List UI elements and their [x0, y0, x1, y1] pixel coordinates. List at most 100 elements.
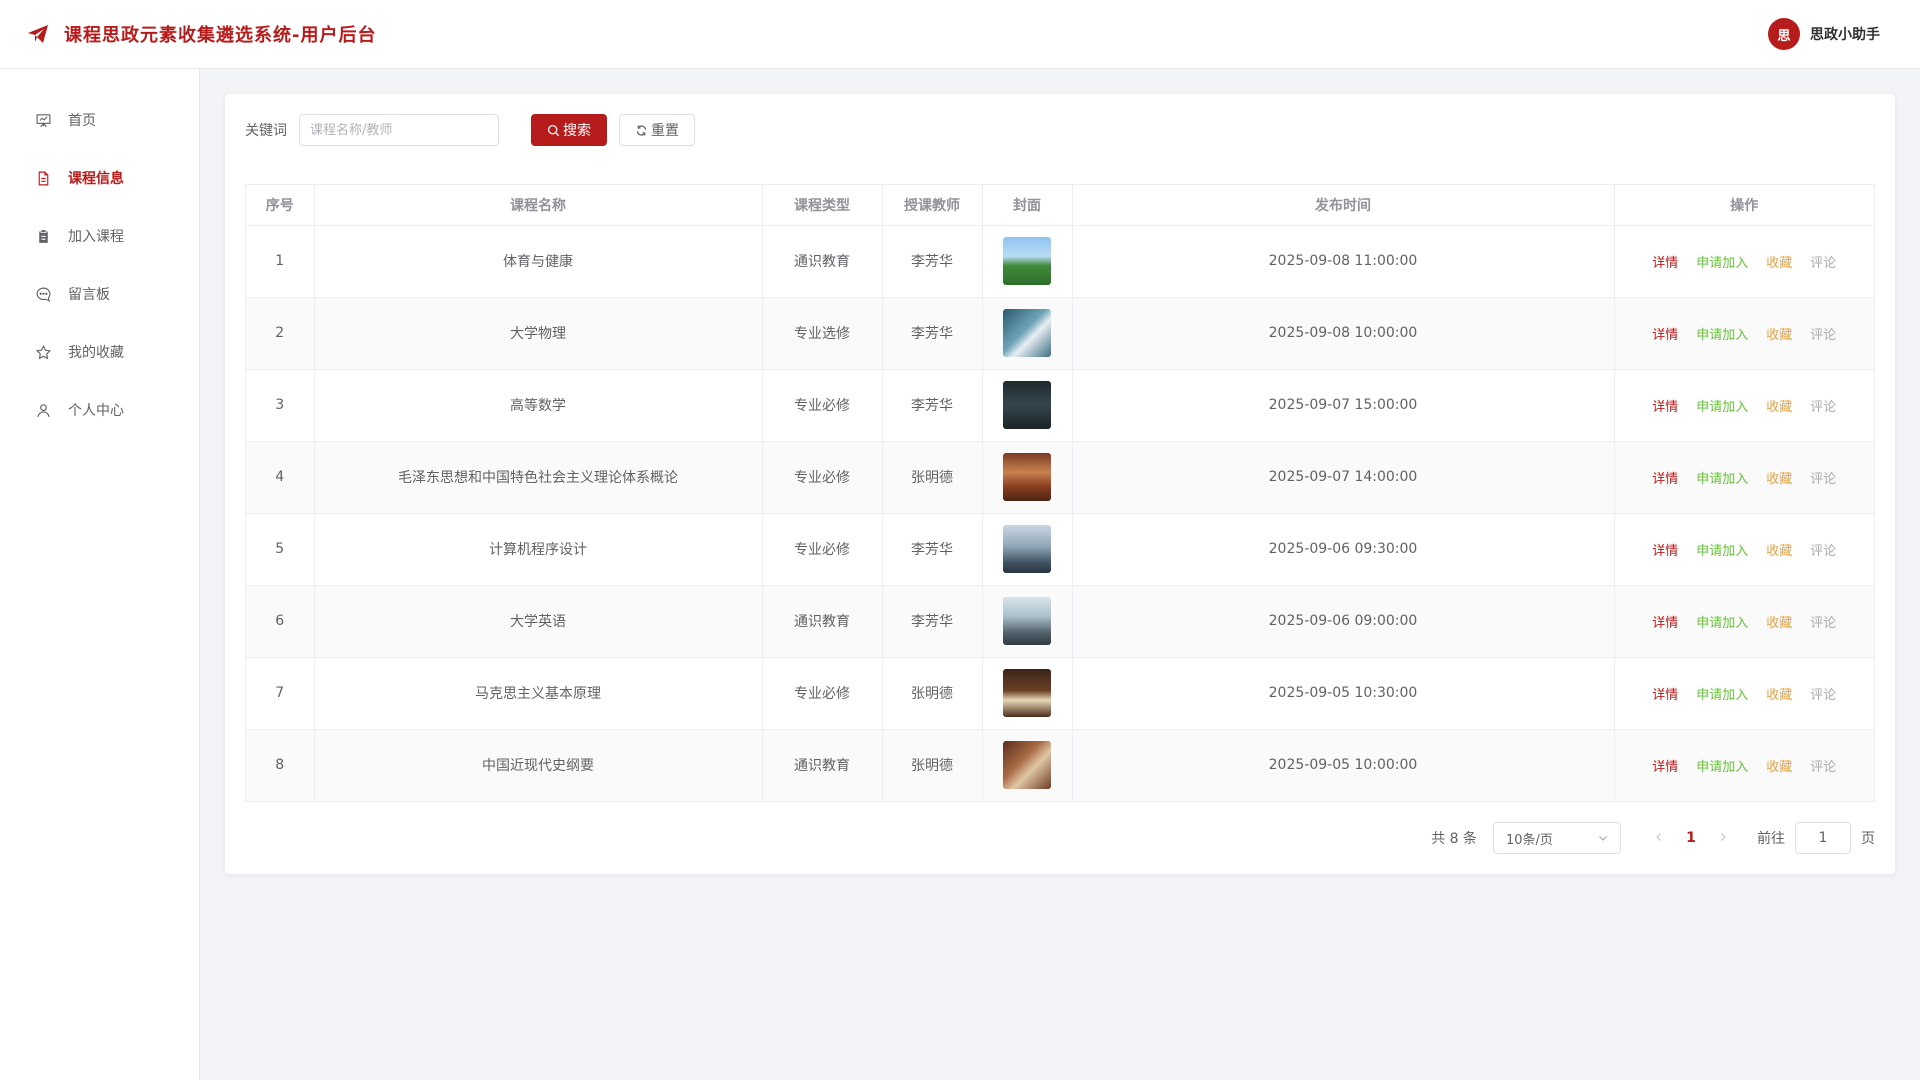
publish-time: 2025-09-08 11:00:00: [1072, 225, 1615, 298]
sidebar-item-label: 首页: [68, 113, 96, 129]
course-cover-image[interactable]: [1003, 525, 1051, 573]
join-link[interactable]: 申请加入: [1696, 540, 1748, 559]
course-name: 毛泽东思想和中国特色社会主义理论体系概论: [314, 441, 763, 514]
page-number[interactable]: 1: [1675, 830, 1707, 846]
course-teacher: 李芳华: [882, 225, 983, 298]
table-row: 3 高等数学 专业必修 李芳华 2025-09-07 15:00:00 详情 申…: [246, 369, 1874, 442]
table-row: 6 大学英语 通识教育 李芳华 2025-09-06 09:00:00 详情 申…: [246, 585, 1874, 658]
join-link[interactable]: 申请加入: [1696, 396, 1748, 415]
course-cover-image[interactable]: [1003, 381, 1051, 429]
sidebar-item-home[interactable]: 首页: [0, 91, 199, 149]
comment-link[interactable]: 评论: [1810, 252, 1836, 271]
keyword-label: 关键词: [245, 123, 287, 139]
comment-link[interactable]: 评论: [1810, 396, 1836, 415]
sidebar-item-label: 个人中心: [68, 403, 124, 419]
course-name: 中国近现代史纲要: [314, 729, 763, 801]
course-list-card: 关键词 搜索 重置 序号 课程名称 课程类型: [225, 94, 1895, 874]
prev-page-button[interactable]: [1643, 830, 1675, 846]
join-link[interactable]: 申请加入: [1696, 612, 1748, 631]
star-icon: [35, 344, 52, 359]
sidebar-item-label: 我的收藏: [68, 345, 124, 361]
goto-page-input[interactable]: [1795, 822, 1851, 854]
column-header: 课程名称: [314, 185, 763, 226]
course-name: 体育与健康: [314, 225, 763, 298]
comment-link[interactable]: 评论: [1810, 468, 1836, 487]
course-cover-image[interactable]: [1003, 309, 1051, 357]
detail-link[interactable]: 详情: [1652, 396, 1678, 415]
table-row: 7 马克思主义基本原理 专业必修 张明德 2025-09-05 10:30:00…: [246, 657, 1874, 730]
detail-link[interactable]: 详情: [1652, 252, 1678, 271]
course-teacher: 张明德: [882, 657, 983, 730]
favorite-link[interactable]: 收藏: [1766, 468, 1792, 487]
course-teacher: 李芳华: [882, 369, 983, 442]
presentation-icon: [36, 113, 51, 127]
course-name: 大学物理: [314, 297, 763, 370]
publish-time: 2025-09-07 15:00:00: [1072, 369, 1615, 442]
course-cover-image[interactable]: [1003, 597, 1051, 645]
course-cover-image[interactable]: [1003, 453, 1051, 501]
course-table: 序号 课程名称 课程类型 授课教师 封面 发布时间 操作 1 体育与健康 通识教…: [245, 184, 1875, 802]
chevron-left-icon: [1656, 833, 1661, 841]
user-name[interactable]: 思政小助手: [1810, 24, 1880, 44]
sidebar: 首页 课程信息 加入课程 留言板 我的收藏 个人中心: [0, 69, 200, 1080]
search-button[interactable]: 搜索: [531, 114, 607, 146]
join-link[interactable]: 申请加入: [1696, 324, 1748, 343]
table-row: 8 中国近现代史纲要 通识教育 张明德 2025-09-05 10:00:00 …: [246, 729, 1874, 801]
next-page-button[interactable]: [1707, 830, 1739, 846]
favorite-link[interactable]: 收藏: [1766, 324, 1792, 343]
column-header: 序号: [246, 185, 315, 226]
table-row: 4 毛泽东思想和中国特色社会主义理论体系概论 专业必修 张明德 2025-09-…: [246, 441, 1874, 514]
course-cover-image[interactable]: [1003, 741, 1051, 790]
page-size-select[interactable]: 10条/页: [1493, 822, 1621, 854]
reset-button[interactable]: 重置: [619, 114, 695, 146]
comment-link[interactable]: 评论: [1810, 540, 1836, 559]
detail-link[interactable]: 详情: [1652, 756, 1678, 775]
pagination-total: 共 8 条: [1431, 831, 1477, 847]
comment-link[interactable]: 评论: [1810, 612, 1836, 631]
detail-link[interactable]: 详情: [1652, 324, 1678, 343]
sidebar-item-favorites[interactable]: 我的收藏: [0, 323, 199, 381]
course-cover-image[interactable]: [1003, 669, 1051, 717]
clipboard-icon: [39, 229, 48, 243]
sidebar-item-join-course[interactable]: 加入课程: [0, 207, 199, 265]
join-link[interactable]: 申请加入: [1696, 252, 1748, 271]
detail-link[interactable]: 详情: [1652, 684, 1678, 703]
search-input[interactable]: [299, 114, 499, 146]
join-link[interactable]: 申请加入: [1696, 756, 1748, 775]
column-header: 封面: [982, 185, 1073, 226]
detail-link[interactable]: 详情: [1652, 612, 1678, 631]
user-menu[interactable]: 思 思政小助手: [1768, 18, 1880, 50]
favorite-link[interactable]: 收藏: [1766, 396, 1792, 415]
page-size-value: 10条/页: [1506, 832, 1553, 848]
avatar[interactable]: 思: [1768, 18, 1800, 50]
comment-link[interactable]: 评论: [1810, 684, 1836, 703]
sidebar-item-course-info[interactable]: 课程信息: [0, 149, 199, 207]
comment-link[interactable]: 评论: [1810, 756, 1836, 775]
sidebar-item-message-board[interactable]: 留言板: [0, 265, 199, 323]
sidebar-item-profile[interactable]: 个人中心: [0, 381, 199, 439]
search-button-label: 搜索: [563, 123, 591, 139]
detail-link[interactable]: 详情: [1652, 540, 1678, 559]
join-link[interactable]: 申请加入: [1696, 468, 1748, 487]
publish-time: 2025-09-05 10:30:00: [1072, 657, 1615, 730]
detail-link[interactable]: 详情: [1652, 468, 1678, 487]
column-header: 操作: [1614, 185, 1874, 226]
course-cover-image[interactable]: [1003, 237, 1051, 285]
pagination: 共 8 条 10条/页 1 前往 页: [1431, 822, 1875, 854]
join-link[interactable]: 申请加入: [1696, 684, 1748, 703]
table-row: 2 大学物理 专业选修 李芳华 2025-09-08 10:00:00 详情 申…: [246, 297, 1874, 370]
comment-link[interactable]: 评论: [1810, 324, 1836, 343]
course-teacher: 李芳华: [882, 585, 983, 658]
course-teacher: 李芳华: [882, 297, 983, 370]
favorite-link[interactable]: 收藏: [1766, 252, 1792, 271]
row-index: 5: [246, 513, 315, 586]
paper-plane-icon: [28, 25, 48, 43]
course-type: 通识教育: [762, 585, 883, 658]
favorite-link[interactable]: 收藏: [1766, 684, 1792, 703]
favorite-link[interactable]: 收藏: [1766, 540, 1792, 559]
course-type: 通识教育: [762, 225, 883, 298]
course-name: 马克思主义基本原理: [314, 657, 763, 730]
search-bar: 关键词 搜索 重置: [245, 114, 1875, 146]
favorite-link[interactable]: 收藏: [1766, 612, 1792, 631]
favorite-link[interactable]: 收藏: [1766, 756, 1792, 775]
